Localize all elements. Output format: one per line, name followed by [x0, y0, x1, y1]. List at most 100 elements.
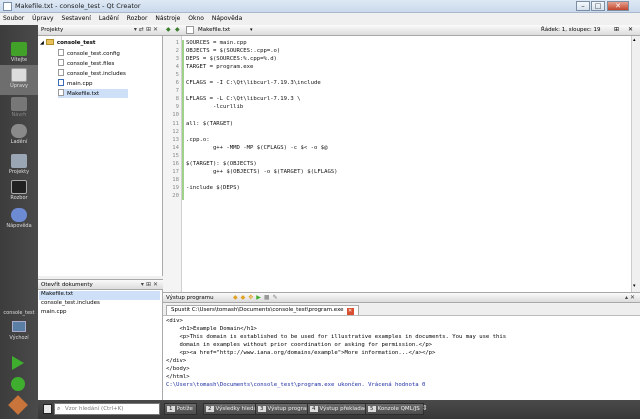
change-marker-bar — [182, 40, 184, 200]
close-tab-icon[interactable]: ✕ — [346, 308, 354, 315]
scroll-up-icon[interactable]: ▴ — [633, 37, 636, 43]
menu-edit[interactable]: Úpravy — [29, 13, 56, 24]
toggle-sidebar-icon[interactable] — [43, 404, 52, 414]
tree-item-main-cpp[interactable]: main.cpp — [58, 79, 93, 88]
tab-number: 1 — [167, 406, 175, 412]
tab-qml-console[interactable]: 5 Konzole QML/JS — [365, 403, 424, 415]
output-line: <h1>Example Domain</h1> — [166, 326, 257, 332]
file-icon — [58, 89, 64, 96]
close-document-icon[interactable]: ✕ — [628, 26, 633, 33]
output-line: <div> — [166, 318, 183, 324]
project-tree: ◢ console_test console_test.config consol… — [38, 36, 163, 276]
line-number: 8 — [175, 96, 179, 103]
run-icon[interactable] — [12, 356, 24, 370]
tree-item-console-test-config[interactable]: console_test.config — [58, 49, 120, 58]
line-number: 2 — [175, 48, 179, 55]
open-doc-main-cpp[interactable]: main.cpp — [41, 309, 67, 318]
line-number: 20 — [172, 192, 179, 199]
open-documents-title: Otevřít dokumenty — [41, 282, 93, 288]
split-icon[interactable]: ⊞ — [614, 26, 619, 33]
line-number: 11 — [172, 120, 179, 127]
maximize-button[interactable]: □ — [591, 1, 605, 11]
target-config-label: Výchozí — [9, 335, 29, 341]
code-line: -lcurllib — [186, 104, 244, 111]
rerun-icon[interactable]: ▶ — [256, 294, 264, 301]
line-number: 17 — [172, 168, 179, 175]
tree-item-console-test-includes[interactable]: console_test.includes — [58, 69, 126, 78]
tree-root-label: console_test — [56, 40, 96, 46]
build-hammer-icon[interactable] — [8, 395, 28, 415]
mode-debug[interactable]: Ladění — [0, 121, 38, 151]
code-line: g++ -MMD -MP $(CFLAGS) -c $< -o $@ — [186, 144, 328, 151]
mode-label: Rozbor — [10, 195, 28, 201]
tree-item-makefile-txt[interactable]: Makefile.txt — [58, 89, 128, 98]
line-number: 10 — [172, 112, 179, 119]
menu-file[interactable]: Soubor — [0, 13, 27, 24]
mode-design: Návrh — [0, 94, 38, 124]
split-icon[interactable]: ⊞ — [146, 26, 153, 33]
search-icon: ⌕ — [57, 405, 61, 412]
code-line: TARGET = program.exe — [186, 64, 254, 71]
code-line: DEPS = $(SOURCES:%.cpp=%.d) — [186, 56, 277, 63]
collapse-arrow-icon[interactable]: ◢ — [40, 40, 44, 46]
back-arrow-icon[interactable]: ◆ — [166, 26, 171, 33]
mode-edit[interactable]: Úpravy — [0, 65, 38, 95]
close-window-button[interactable]: ✕ — [607, 1, 629, 11]
close-pane-icon[interactable]: ✕ — [630, 294, 637, 301]
tab-number: 4 — [310, 406, 318, 412]
output-line: <p><a href="http://www.iana.org/domains/… — [166, 350, 436, 356]
open-doc-makefile[interactable]: Makefile.txt — [39, 291, 160, 300]
debug-run-icon[interactable] — [11, 377, 25, 391]
scroll-down-icon[interactable]: ▾ — [633, 283, 636, 289]
qt-creator-app-icon — [3, 2, 12, 11]
line-number: 3 — [175, 56, 179, 63]
line-number: 4 — [175, 64, 179, 71]
menu-build[interactable]: Sestavení — [59, 13, 94, 24]
minimize-button[interactable]: – — [576, 1, 590, 11]
code-line: .cpp.o: — [186, 136, 210, 143]
output-pane-window-actions: ▴✕ — [625, 294, 637, 301]
locator-search-input[interactable]: ⌕ Vzor hledání (Ctrl+K) — [54, 403, 160, 415]
close-icon[interactable]: ✕ — [153, 26, 160, 33]
menu-window[interactable]: Okno — [185, 13, 207, 24]
tab-issues[interactable]: 1 Potíže — [164, 403, 197, 415]
sync-icon[interactable]: ⇄ — [139, 26, 146, 33]
mode-help[interactable]: Nápověda — [0, 205, 38, 235]
menu-analyze[interactable]: Rozbor — [124, 13, 151, 24]
stop-icon[interactable]: ■ — [264, 294, 273, 301]
editor-vertical-scrollbar[interactable]: ▴ ▾ — [631, 36, 640, 292]
run-output-tab[interactable]: Spustit C:\Users\tomash\Documents\consol… — [166, 305, 359, 315]
code-line: OBJECTS = $(SOURCES:.cpp=.o) — [186, 48, 281, 55]
file-icon — [58, 69, 64, 76]
search-placeholder: Vzor hledání (Ctrl+K) — [65, 406, 124, 412]
design-pen-icon — [11, 97, 27, 111]
projects-panel-actions: ▾⇄⊞✕ — [134, 26, 160, 33]
mode-selector-bar: Vítejte Úpravy Návrh Ladění Projekty Roz… — [0, 25, 38, 419]
tab-number: 5 — [368, 406, 376, 412]
menu-help[interactable]: Nápověda — [209, 13, 245, 24]
menu-debug[interactable]: Ladění — [96, 13, 122, 24]
close-icon[interactable]: ✕ — [153, 281, 160, 288]
dropdown-arrow-icon[interactable]: ▾ — [250, 27, 253, 33]
mode-label: Návrh — [11, 112, 27, 118]
open-doc-console-test-includes[interactable]: console_test.includes — [41, 300, 100, 309]
program-output: <div> <h1>Example Domain</h1> <p>This do… — [163, 316, 640, 400]
editor-filename-dropdown[interactable]: Makefile.txt — [198, 27, 230, 33]
previous-item-icon[interactable]: ◆ — [233, 294, 241, 301]
mode-analyze[interactable]: Rozbor — [0, 177, 38, 207]
tree-item-console-test-files[interactable]: console_test.files — [58, 59, 114, 68]
menu-tools[interactable]: Nástroje — [152, 13, 183, 24]
tab-number: 3 — [258, 406, 266, 412]
line-number: 16 — [172, 160, 179, 167]
file-icon — [58, 59, 64, 66]
code-editor[interactable]: 1 2 3 4 5 6 7 8 9 10 11 12 13 14 15 16 17 18 19 20 SOURCES … — [163, 36, 631, 292]
clear-icon[interactable]: ✎ — [273, 294, 281, 301]
mode-label: Úpravy — [10, 83, 28, 89]
split-icon[interactable]: ⊞ — [146, 281, 153, 288]
more-tabs-icon[interactable]: ⇕ — [422, 404, 428, 412]
project-folder-icon — [45, 39, 54, 45]
target-selector[interactable]: Výchozí — [0, 319, 38, 345]
tree-root-console-test[interactable]: ◢ console_test — [40, 39, 96, 48]
forward-arrow-icon[interactable]: ◆ — [175, 26, 180, 33]
tree-item-label: Makefile.txt — [67, 91, 100, 97]
